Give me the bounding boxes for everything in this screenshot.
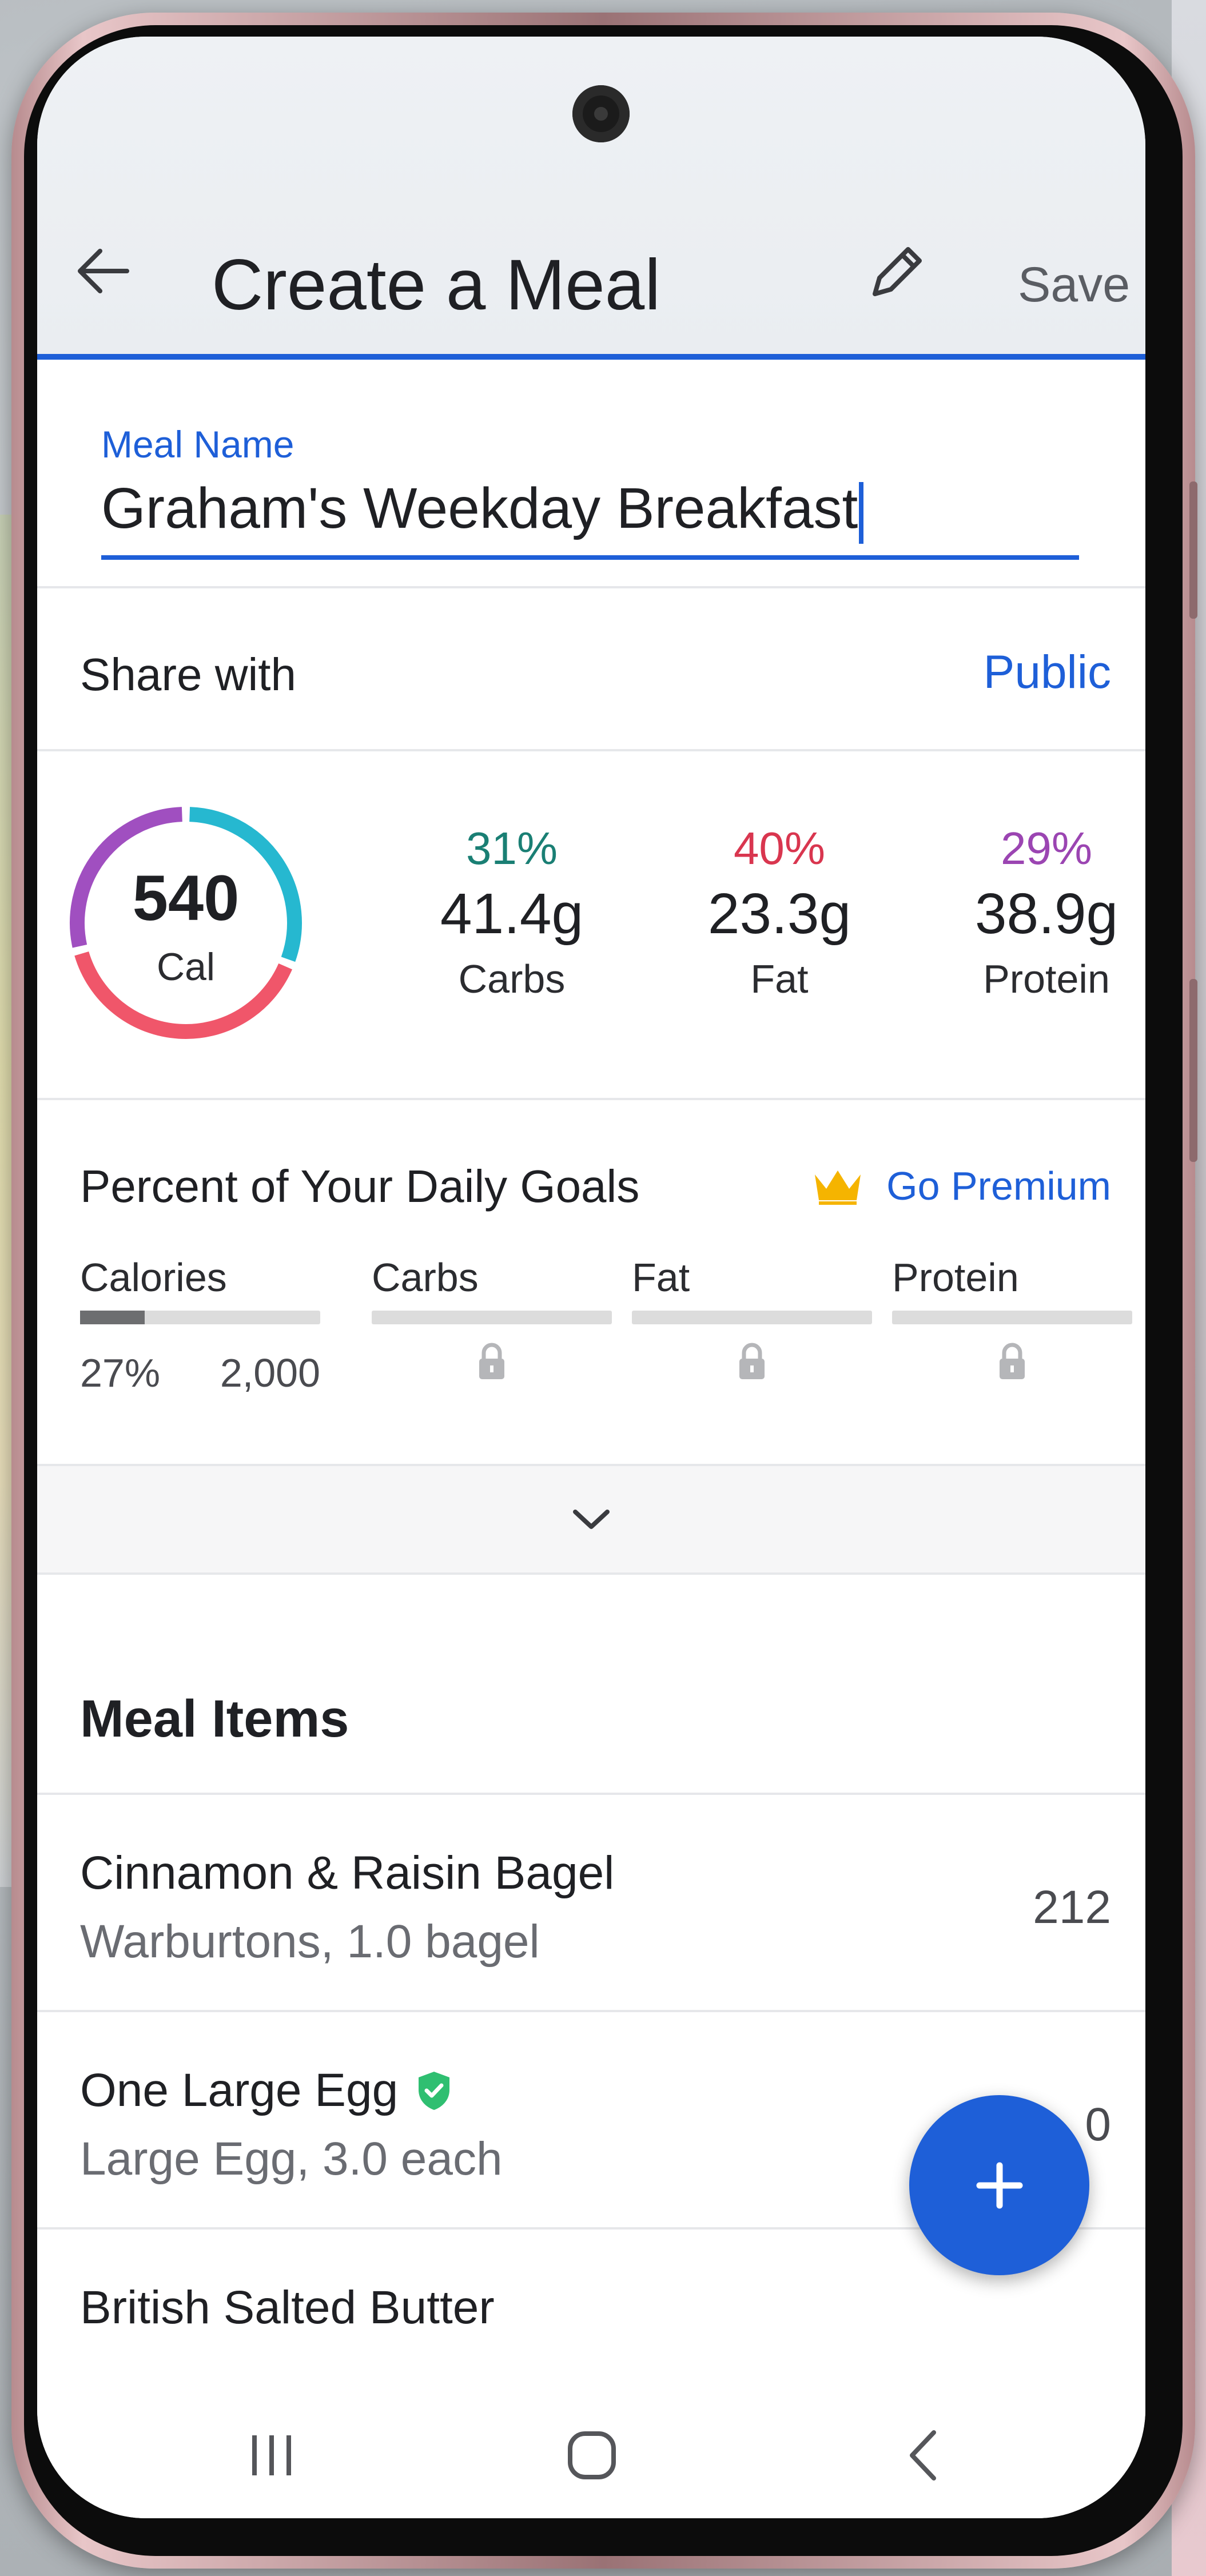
macro-grams: 38.9g bbox=[974, 882, 1119, 946]
macro-percent: 40% bbox=[733, 823, 826, 874]
macro-grams: 41.4g bbox=[440, 882, 584, 946]
goal-fat: Fat bbox=[632, 1255, 872, 1381]
daily-goals-title: Percent of Your Daily Goals bbox=[80, 1161, 640, 1212]
power-button bbox=[1189, 979, 1197, 1162]
verified-shield-icon bbox=[419, 2072, 450, 2110]
macro-grams: 23.3g bbox=[707, 882, 851, 946]
meal-item-detail: Warburtons, 1.0 bagel bbox=[80, 1916, 540, 1968]
recent-apps-icon bbox=[252, 2435, 291, 2475]
back-button[interactable] bbox=[71, 242, 134, 300]
share-visibility-value[interactable]: Public bbox=[984, 646, 1111, 699]
goal-protein: Protein bbox=[892, 1255, 1132, 1381]
save-button[interactable]: Save bbox=[1018, 257, 1130, 313]
meal-item-calories: 212 bbox=[1033, 1881, 1111, 1933]
lock-icon bbox=[739, 1343, 765, 1379]
edit-button[interactable] bbox=[861, 240, 929, 308]
crown-icon bbox=[815, 1170, 861, 1205]
add-food-button[interactable] bbox=[909, 2095, 1089, 2275]
chevron-down-icon bbox=[573, 1510, 610, 1529]
meal-name-label: Meal Name bbox=[101, 423, 294, 465]
app-bar: Create a Meal Save bbox=[37, 37, 1145, 360]
lock-icon bbox=[479, 1343, 504, 1379]
volume-button bbox=[1189, 481, 1197, 619]
goal-label: Calories bbox=[80, 1255, 227, 1300]
chevron-left-icon bbox=[910, 2430, 936, 2481]
go-premium-label: Go Premium bbox=[886, 1164, 1111, 1208]
home-button[interactable] bbox=[552, 2415, 632, 2495]
goal-label: Fat bbox=[632, 1255, 690, 1300]
goal-percent: 27% bbox=[80, 1351, 161, 1395]
macro-carbs: 31% 41.4g Carbs bbox=[417, 820, 606, 1008]
goal-label: Carbs bbox=[372, 1255, 479, 1300]
plus-icon bbox=[976, 2162, 1022, 2208]
meal-item-name: British Salted Butter bbox=[80, 2282, 495, 2334]
meal-name-input[interactable]: Graham's Weekday Breakfast bbox=[101, 474, 1079, 560]
meal-item-calories: 0 bbox=[1085, 2099, 1111, 2151]
meal-item-name: One Large Egg bbox=[80, 2064, 399, 2116]
goal-calories: Calories 27% 2,000 bbox=[80, 1255, 320, 1396]
system-back-button[interactable] bbox=[883, 2415, 964, 2495]
meal-item-name: Cinnamon & Raisin Bagel bbox=[80, 1847, 615, 1899]
macro-percent: 29% bbox=[1000, 823, 1093, 874]
recent-apps-button[interactable] bbox=[232, 2415, 312, 2495]
daily-goals-section: Percent of Your Daily Goals Go Premium C… bbox=[37, 1100, 1145, 1466]
nutrition-summary: 540 Cal 31% 41.4g Carbs 40% 23.3g Fat 29… bbox=[37, 751, 1145, 1100]
meal-item-detail: Large Egg, 3.0 each bbox=[80, 2133, 503, 2185]
meal-name-value: Graham's Weekday Breakfast bbox=[101, 476, 858, 540]
goal-carbs: Carbs bbox=[372, 1255, 612, 1381]
phone-screen: Create a Meal Save Meal Name Graham's We… bbox=[37, 37, 1145, 2518]
meal-items-header: Meal Items bbox=[37, 1575, 1145, 1795]
macro-name: Carbs bbox=[458, 957, 566, 1001]
text-caret bbox=[859, 481, 864, 544]
pencil-icon bbox=[873, 247, 922, 296]
macro-fat: 40% 23.3g Fat bbox=[685, 820, 874, 1008]
home-icon bbox=[568, 2431, 616, 2479]
goal-target: 2,000 bbox=[220, 1351, 320, 1395]
meal-item[interactable]: Cinnamon & Raisin Bagel Warburtons, 1.0 … bbox=[37, 1795, 1145, 2012]
meal-name-section: Meal Name Graham's Weekday Breakfast bbox=[37, 360, 1145, 588]
calorie-ring: 540 Cal bbox=[70, 807, 302, 1039]
share-with-row[interactable]: Share with Public bbox=[37, 588, 1145, 751]
page-title: Create a Meal bbox=[212, 245, 661, 325]
meal-items-title: Meal Items bbox=[80, 1690, 349, 1748]
system-nav-bar bbox=[37, 2392, 1145, 2518]
lock-icon bbox=[1000, 1343, 1025, 1379]
share-with-label: Share with bbox=[80, 649, 296, 700]
expand-goals-button[interactable] bbox=[37, 1466, 1145, 1575]
arrow-left-icon bbox=[78, 249, 129, 293]
go-premium-link[interactable]: Go Premium bbox=[812, 1163, 1111, 1209]
macro-name: Fat bbox=[750, 957, 809, 1001]
macro-percent: 31% bbox=[465, 823, 558, 874]
goal-progress-bar bbox=[632, 1311, 872, 1324]
macro-name: Protein bbox=[983, 957, 1110, 1001]
goal-progress-bar bbox=[372, 1311, 612, 1324]
calories-value: 540 bbox=[133, 862, 240, 934]
goal-progress-bar bbox=[892, 1311, 1132, 1324]
macro-protein: 29% 38.9g Protein bbox=[952, 820, 1141, 1008]
calories-unit: Cal bbox=[157, 945, 215, 989]
goal-progress-bar bbox=[80, 1311, 320, 1324]
phone-frame: Create a Meal Save Meal Name Graham's We… bbox=[11, 13, 1197, 2569]
goal-label: Protein bbox=[892, 1255, 1019, 1300]
goal-progress-fill bbox=[80, 1311, 145, 1324]
front-camera bbox=[572, 85, 630, 142]
